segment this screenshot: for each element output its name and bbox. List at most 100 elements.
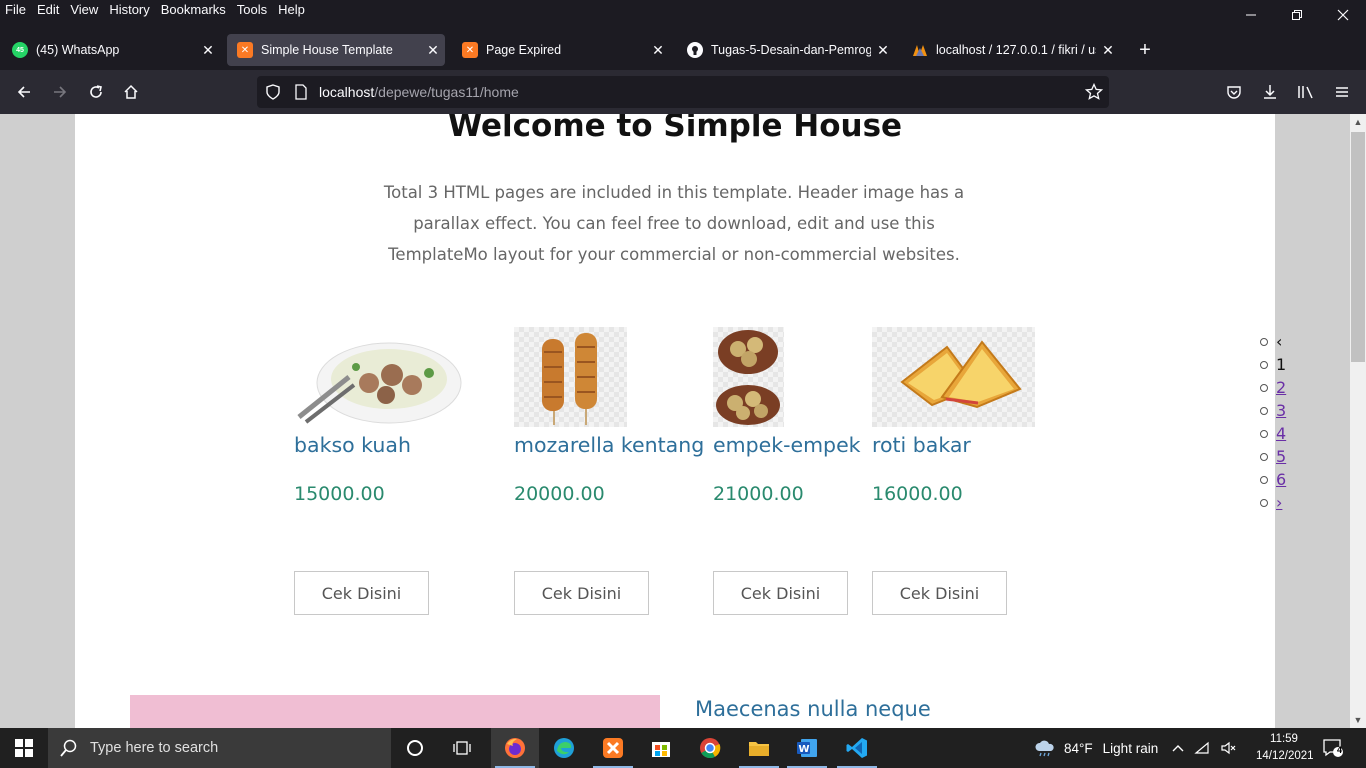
downloads-button[interactable] (1256, 78, 1284, 106)
restore-button[interactable] (1274, 0, 1320, 30)
product-card: roti bakar 16000.00 Cek Disini (872, 327, 1035, 615)
tab-whatsapp[interactable]: 45 (45) WhatsApp ✕ (2, 34, 220, 66)
url-text: localhost/depewe/tugas11/home (319, 84, 519, 100)
menu-history[interactable]: History (109, 2, 149, 17)
pagination-item[interactable]: 5 (1258, 445, 1298, 468)
scrollbar-thumb[interactable] (1351, 132, 1365, 362)
pagination-item[interactable]: 4 (1258, 422, 1298, 445)
pagination-item[interactable]: 3 (1258, 399, 1298, 422)
tracking-shield-icon[interactable] (265, 84, 281, 100)
cortana-button[interactable] (391, 728, 439, 768)
pagination-page-link[interactable]: 3 (1276, 401, 1286, 420)
taskbar-clock[interactable]: 11:59 14/12/2021 (1256, 731, 1314, 765)
xampp-icon: ✕ (462, 42, 478, 58)
pagination-next[interactable]: › (1276, 493, 1282, 512)
product-name[interactable]: bakso kuah (294, 433, 411, 457)
close-window-button[interactable] (1320, 0, 1366, 30)
library-icon (1298, 86, 1313, 99)
back-button[interactable] (10, 78, 38, 106)
product-name[interactable]: roti bakar (872, 433, 971, 457)
notification-center-button[interactable]: 4 (1318, 736, 1348, 760)
reload-button[interactable] (82, 78, 110, 106)
pagination-page-link[interactable]: 4 (1276, 424, 1286, 443)
pocket-icon (1227, 86, 1241, 99)
pagination-prev[interactable]: ‹ (1276, 332, 1282, 351)
product-image-mozarella (514, 327, 627, 427)
vertical-scrollbar[interactable]: ▲ ▼ (1350, 114, 1366, 728)
menu-view[interactable]: View (70, 2, 98, 17)
tab-page-expired[interactable]: ✕ Page Expired ✕ (452, 34, 670, 66)
tab-close-icon[interactable]: ✕ (871, 42, 895, 59)
pagination-item[interactable]: 1 (1258, 353, 1298, 376)
tab-close-icon[interactable]: ✕ (646, 42, 670, 59)
menu-bar: File Edit View History Bookmarks Tools H… (0, 0, 1366, 30)
cek-disini-button[interactable]: Cek Disini (514, 571, 649, 615)
tab-bar: 45 (45) WhatsApp ✕ ✕ Simple House Templa… (0, 30, 1366, 70)
clock-time: 11:59 (1270, 733, 1298, 745)
product-card: bakso kuah 15000.00 Cek Disini (294, 327, 464, 615)
pagination-page-link[interactable]: 2 (1276, 378, 1286, 397)
cek-disini-button[interactable]: Cek Disini (713, 571, 848, 615)
address-bar[interactable]: localhost/depewe/tugas11/home (257, 76, 1109, 108)
page-content: Welcome to Simple House Total 3 HTML pag… (75, 114, 1275, 728)
store-icon (652, 742, 670, 757)
minimize-button[interactable] (1228, 0, 1274, 30)
svg-text:W: W (799, 744, 810, 755)
product-name[interactable]: mozarella kentang (514, 433, 704, 457)
tab-close-icon[interactable]: ✕ (196, 42, 220, 59)
reload-icon (90, 85, 102, 98)
menu-tools[interactable]: Tools (237, 2, 267, 17)
taskbar-store[interactable] (637, 728, 685, 768)
product-price: 15000.00 (294, 483, 385, 505)
tab-close-icon[interactable]: ✕ (1096, 42, 1120, 59)
product-price: 20000.00 (514, 483, 605, 505)
library-button[interactable] (1292, 78, 1320, 106)
app-menu-button[interactable] (1328, 78, 1356, 106)
download-icon (1264, 85, 1276, 99)
tab-phpmyadmin[interactable]: localhost / 127.0.0.1 / fikri / user ✕ (902, 34, 1120, 66)
new-tab-button[interactable]: + (1133, 38, 1157, 62)
wifi-icon[interactable] (1194, 741, 1210, 755)
product-name[interactable]: empek-empek (713, 433, 861, 457)
tab-github[interactable]: Tugas-5-Desain-dan-Pemrogram ✕ (677, 34, 895, 66)
taskbar-word[interactable]: W (783, 728, 831, 768)
tab-close-icon[interactable]: ✕ (421, 42, 445, 59)
tab-simple-house[interactable]: ✕ Simple House Template ✕ (227, 34, 445, 66)
taskbar-xampp[interactable] (589, 728, 637, 768)
pagination-page-link[interactable]: 6 (1276, 470, 1286, 489)
pagination-item[interactable]: › (1258, 491, 1298, 514)
menu-bookmarks[interactable]: Bookmarks (161, 2, 226, 17)
scroll-up-arrow-icon[interactable]: ▲ (1350, 114, 1366, 130)
scroll-down-arrow-icon[interactable]: ▼ (1350, 712, 1366, 728)
home-button[interactable] (117, 78, 145, 106)
cek-disini-button[interactable]: Cek Disini (294, 571, 429, 615)
start-button[interactable] (0, 728, 48, 768)
pagination-item[interactable]: 2 (1258, 376, 1298, 399)
tab-title: Tugas-5-Desain-dan-Pemrogram (711, 43, 871, 57)
menu-file[interactable]: File (5, 2, 26, 17)
page-icon (295, 84, 307, 100)
chevron-up-icon[interactable] (1172, 743, 1184, 753)
phpmyadmin-icon (912, 42, 928, 58)
menu-edit[interactable]: Edit (37, 2, 59, 17)
menu-help[interactable]: Help (278, 2, 305, 17)
taskbar-search-box[interactable]: Type here to search (48, 728, 391, 768)
pocket-button[interactable] (1220, 78, 1248, 106)
taskbar-file-explorer[interactable] (735, 728, 783, 768)
cortana-icon (407, 740, 423, 756)
whatsapp-icon: 45 (12, 42, 28, 58)
forward-button[interactable] (46, 78, 74, 106)
bookmark-star-icon[interactable] (1085, 83, 1103, 101)
speaker-icon[interactable] (1220, 741, 1238, 755)
pagination-item[interactable]: 6 (1258, 468, 1298, 491)
taskbar-firefox[interactable] (491, 728, 539, 768)
taskbar-vscode[interactable] (833, 728, 881, 768)
task-view-button[interactable] (439, 728, 487, 768)
weather-widget[interactable]: 84°F Light rain (1034, 728, 1158, 768)
taskbar-chrome[interactable] (686, 728, 734, 768)
pagination-page-link[interactable]: 5 (1276, 447, 1286, 466)
pagination-item[interactable]: ‹ (1258, 330, 1298, 353)
taskbar-edge[interactable] (540, 728, 588, 768)
product-card: mozarella kentang 20000.00 Cek Disini (514, 327, 704, 615)
cek-disini-button[interactable]: Cek Disini (872, 571, 1007, 615)
